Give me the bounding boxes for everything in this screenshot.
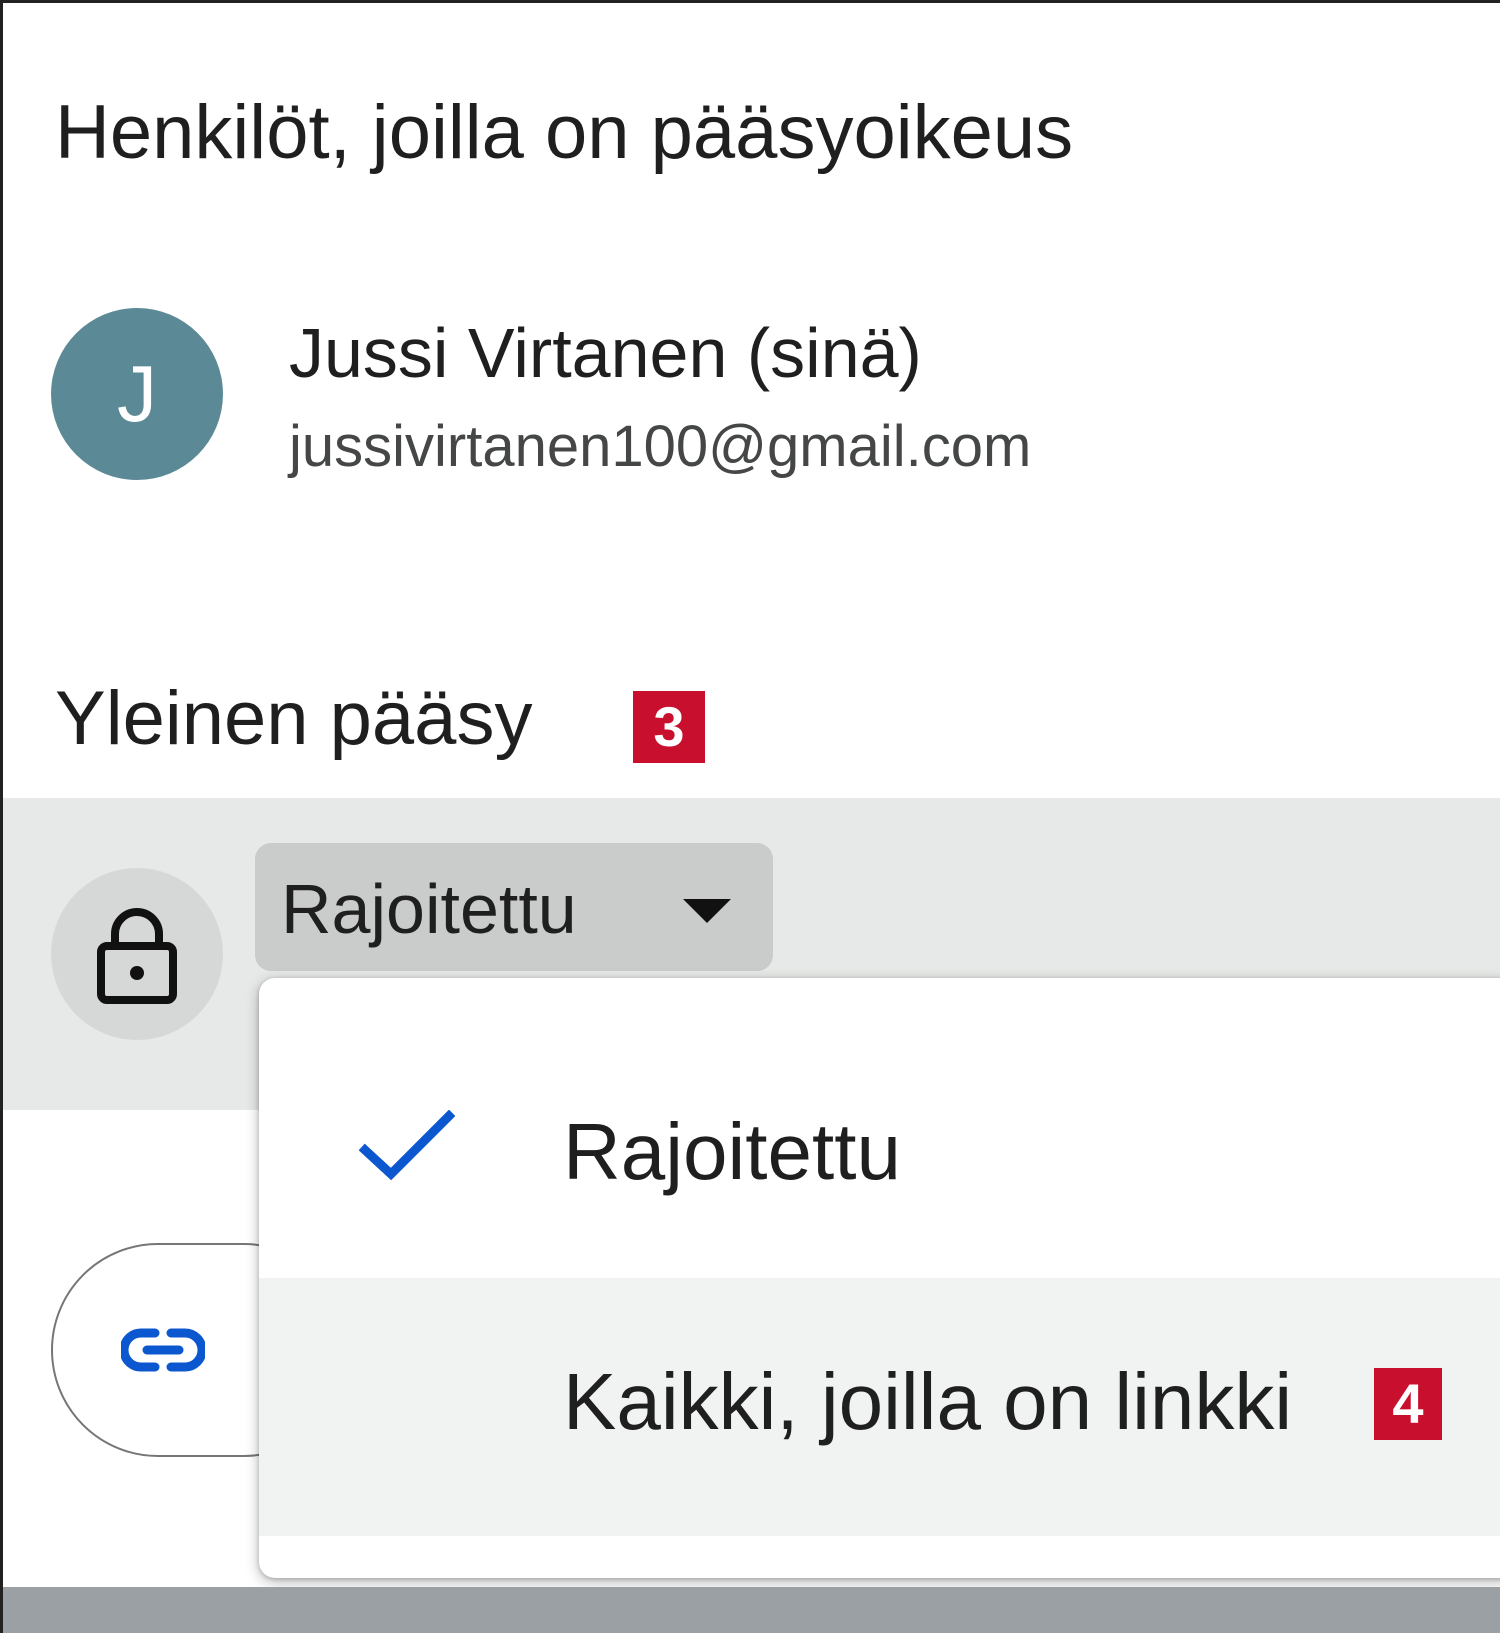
- step-badge-3: 3: [633, 691, 705, 763]
- check-icon: [359, 1110, 455, 1181]
- lock-icon: [97, 908, 177, 1004]
- step-badge-4: 4: [1374, 1368, 1442, 1440]
- person-name: Jussi Virtanen (sinä): [289, 314, 922, 392]
- general-access-heading: Yleinen pääsy: [55, 676, 533, 761]
- lock-icon-container: [51, 868, 223, 1040]
- access-level-dropdown[interactable]: Rajoitettu: [255, 843, 773, 971]
- menu-item-label: Kaikki, joilla on linkki: [563, 1357, 1293, 1446]
- menu-item-restricted[interactable]: Rajoitettu: [259, 978, 1500, 1278]
- menu-item-label: Rajoitettu: [563, 1107, 901, 1196]
- menu-item-anyone-with-link[interactable]: Kaikki, joilla on linkki: [259, 1278, 1500, 1536]
- people-with-access-heading: Henkilöt, joilla on pääsyoikeus: [55, 90, 1074, 175]
- bottom-edge: [3, 1587, 1500, 1633]
- person-email: jussivirtanen100@gmail.com: [289, 414, 1032, 479]
- access-level-selected: Rajoitettu: [281, 870, 577, 948]
- access-level-menu: Rajoitettu Kaikki, joilla on linkki: [259, 978, 1500, 1578]
- avatar-letter: J: [117, 349, 157, 438]
- share-dialog: Henkilöt, joilla on pääsyoikeus J Jussi …: [0, 0, 1500, 1633]
- avatar: J: [51, 308, 223, 480]
- caret-down-icon: [683, 899, 731, 923]
- link-icon: [121, 1328, 205, 1372]
